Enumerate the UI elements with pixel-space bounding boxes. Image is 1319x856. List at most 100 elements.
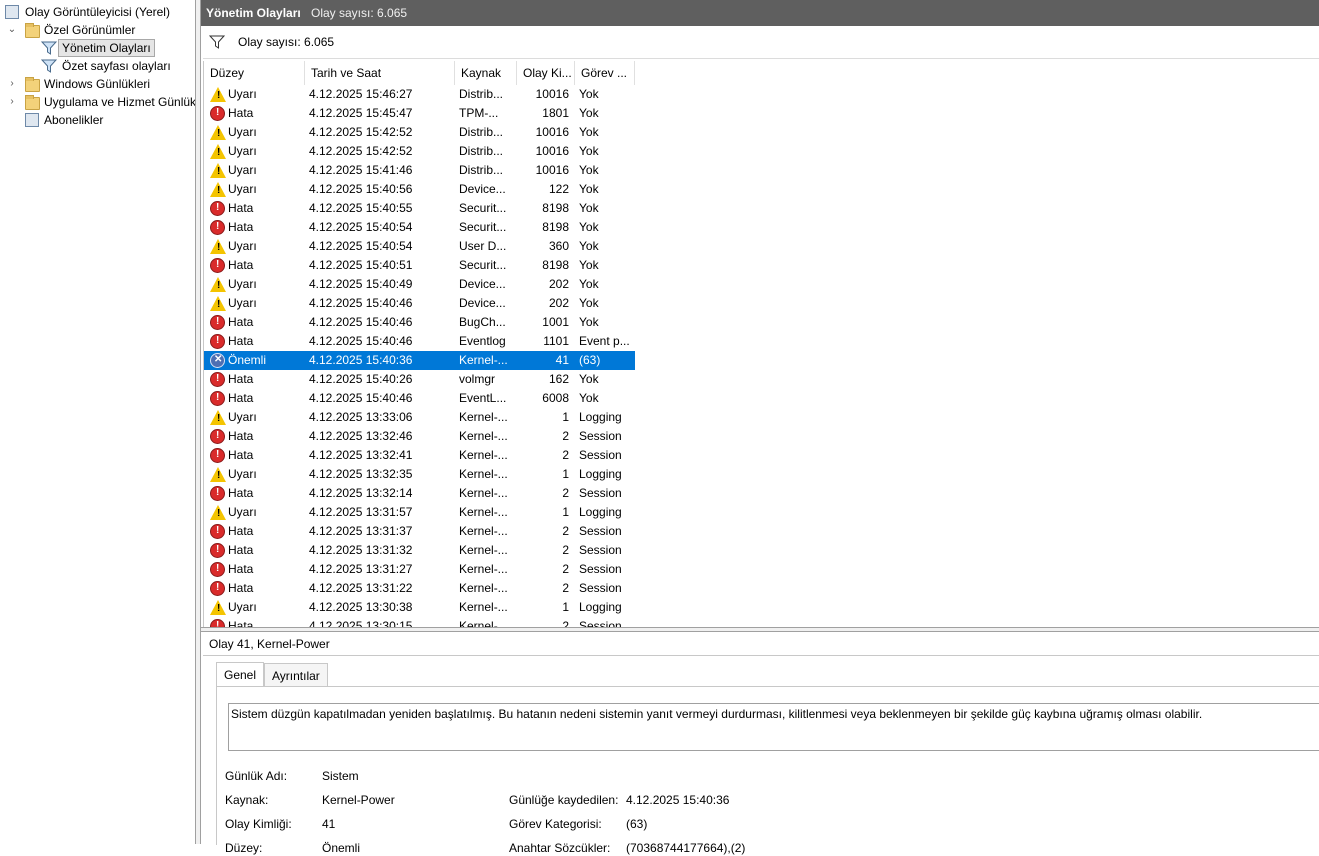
table-row[interactable]: ! Uyarı 4.12.2025 15:41:46 Distrib... 10016 Y… bbox=[204, 161, 635, 180]
table-row[interactable]: ! Hata 4.12.2025 15:40:46 EventL... 6008 Yok bbox=[204, 389, 635, 408]
level-text: Uyarı bbox=[228, 505, 257, 519]
table-row[interactable]: ! Uyarı 4.12.2025 13:32:35 Kernel-... 1 Loggi… bbox=[204, 465, 635, 484]
event-viewer-icon bbox=[5, 5, 19, 19]
task-cell: Yok bbox=[579, 125, 599, 139]
table-row[interactable]: ! Hata 4.12.2025 15:40:26 volmgr 162 Yok bbox=[204, 370, 635, 389]
datetime-cell: 4.12.2025 15:40:49 bbox=[309, 277, 413, 291]
table-row[interactable]: ! Hata 4.12.2025 13:32:41 Kernel-... 2 Sessio… bbox=[204, 446, 635, 465]
table-row[interactable]: ! Uyarı 4.12.2025 13:33:06 Kernel-... 1 Loggi… bbox=[204, 408, 635, 427]
task-cell: (63) bbox=[579, 353, 601, 367]
datetime-cell: 4.12.2025 15:42:52 bbox=[309, 125, 413, 139]
column-header-level[interactable]: Düzey bbox=[204, 61, 305, 85]
tree-custom-views-label: Özel Görünümler bbox=[44, 23, 136, 37]
filter-icon[interactable] bbox=[209, 35, 225, 49]
source-cell: Distrib... bbox=[459, 87, 504, 101]
level-cell: ! Uyarı bbox=[208, 85, 304, 104]
event-id-cell: 2 bbox=[562, 429, 569, 443]
datetime-cell: 4.12.2025 15:42:52 bbox=[309, 144, 413, 158]
task-cell: Session bbox=[579, 524, 622, 538]
level-cell: ✕ Önemli bbox=[208, 351, 304, 370]
event-description[interactable]: Sistem düzgün kapatılmadan yeniden başla… bbox=[228, 703, 1319, 751]
table-row[interactable]: ! Hata 4.12.2025 15:40:46 Eventlog 1101 Event… bbox=[204, 332, 635, 351]
table-row[interactable]: ! Hata 4.12.2025 13:31:37 Kernel-... 2 Sessio… bbox=[204, 522, 635, 541]
table-row[interactable]: ! Hata 4.12.2025 13:32:14 Kernel-... 2 Sessio… bbox=[204, 484, 635, 503]
table-row[interactable]: ! Hata 4.12.2025 15:40:55 Securit... 8198 Yok bbox=[204, 199, 635, 218]
table-row[interactable]: ! Uyarı 4.12.2025 15:40:49 Device... 202 Yok bbox=[204, 275, 635, 294]
task-cell: Yok bbox=[579, 239, 599, 253]
source-cell: Kernel-... bbox=[459, 562, 508, 576]
level-cell: ! Uyarı bbox=[208, 294, 304, 313]
datetime-cell: 4.12.2025 13:32:46 bbox=[309, 429, 413, 443]
event-id-cell: 1 bbox=[562, 467, 569, 481]
column-header-task[interactable]: Görev ... bbox=[575, 61, 635, 85]
tree-root[interactable]: Olay Görüntüleyicisi (Yerel) bbox=[0, 3, 195, 21]
tree-windows-logs[interactable]: › Windows Günlükleri bbox=[0, 75, 195, 93]
table-row[interactable]: ! Hata 4.12.2025 15:40:54 Securit... 8198 Yok bbox=[204, 218, 635, 237]
table-row[interactable]: ! Uyarı 4.12.2025 13:30:38 Kernel-... 1 Loggi… bbox=[204, 598, 635, 617]
column-header-event-id[interactable]: Olay Ki... bbox=[517, 61, 575, 85]
event-id-value: 41 bbox=[322, 817, 336, 831]
error-icon: ! bbox=[208, 427, 225, 444]
column-header-source[interactable]: Kaynak bbox=[455, 61, 517, 85]
source-cell: Securit... bbox=[459, 258, 507, 272]
table-row[interactable]: ! Uyarı 4.12.2025 15:40:54 User D... 360 Yok bbox=[204, 237, 635, 256]
table-row[interactable]: ! Uyarı 4.12.2025 15:40:46 Device... 202 Yok bbox=[204, 294, 635, 313]
table-row[interactable]: ! Uyarı 4.12.2025 15:40:56 Device... 122 Yok bbox=[204, 180, 635, 199]
source-cell: EventL... bbox=[459, 391, 507, 405]
table-row[interactable]: ! Hata 4.12.2025 13:30:15 Kernel-... 2 Sessio… bbox=[204, 617, 635, 627]
error-icon: ! bbox=[208, 560, 225, 577]
event-id-cell: 1 bbox=[562, 600, 569, 614]
datetime-cell: 4.12.2025 15:40:46 bbox=[309, 315, 413, 329]
source-cell: Kernel-... bbox=[459, 600, 508, 614]
table-row[interactable]: ! Hata 4.12.2025 13:31:32 Kernel-... 2 Sessio… bbox=[204, 541, 635, 560]
table-row[interactable]: ! Hata 4.12.2025 13:31:27 Kernel-... 2 Sessio… bbox=[204, 560, 635, 579]
table-row[interactable]: ! Uyarı 4.12.2025 15:42:52 Distrib... 10016 Y… bbox=[204, 142, 635, 161]
datetime-cell: 4.12.2025 15:40:54 bbox=[309, 220, 413, 234]
tab-general[interactable]: Genel bbox=[216, 662, 265, 687]
error-icon: ! bbox=[208, 617, 225, 627]
task-cell: Session bbox=[579, 562, 622, 576]
folder-icon bbox=[25, 95, 40, 110]
task-cell: Session bbox=[579, 619, 622, 627]
table-row[interactable]: ✕ Önemli 4.12.2025 15:40:36 Kernel-... 41 (63… bbox=[204, 351, 635, 370]
level-cell: ! Hata bbox=[208, 218, 304, 237]
datetime-cell: 4.12.2025 15:40:55 bbox=[309, 201, 413, 215]
datetime-cell: 4.12.2025 15:40:36 bbox=[309, 353, 413, 367]
chevron-right-icon[interactable]: › bbox=[7, 75, 17, 93]
task-cell: Logging bbox=[579, 505, 622, 519]
events-table-header: Düzey Tarih ve Saat Kaynak Olay Ki... Gö… bbox=[204, 61, 1319, 85]
table-row[interactable]: ! Hata 4.12.2025 13:32:46 Kernel-... 2 Sessio… bbox=[204, 427, 635, 446]
table-row[interactable]: ! Uyarı 4.12.2025 15:46:27 Distrib... 10016 Y… bbox=[204, 85, 635, 104]
level-cell: ! Uyarı bbox=[208, 408, 304, 427]
event-id-cell: 6008 bbox=[542, 391, 569, 405]
tree-subscriptions[interactable]: Abonelikler bbox=[0, 111, 195, 129]
chevron-right-icon[interactable]: › bbox=[7, 93, 17, 111]
task-cell: Event p... bbox=[579, 334, 630, 348]
table-row[interactable]: ! Uyarı 4.12.2025 13:31:57 Kernel-... 1 Loggi… bbox=[204, 503, 635, 522]
tree-custom-views[interactable]: ⌄ Özel Görünümler bbox=[0, 21, 195, 39]
table-row[interactable]: ! Hata 4.12.2025 15:40:46 BugCh... 1001 Yok bbox=[204, 313, 635, 332]
event-id-cell: 8198 bbox=[542, 258, 569, 272]
table-row[interactable]: ! Hata 4.12.2025 15:40:51 Securit... 8198 Yok bbox=[204, 256, 635, 275]
level-cell: ! Uyarı bbox=[208, 598, 304, 617]
source-cell: User D... bbox=[459, 239, 507, 253]
task-cell: Yok bbox=[579, 391, 599, 405]
level-text: Hata bbox=[228, 220, 254, 234]
event-id-cell: 41 bbox=[555, 353, 569, 367]
table-row[interactable]: ! Hata 4.12.2025 15:45:47 TPM-... 1801 Yok bbox=[204, 104, 635, 123]
event-id-cell: 10016 bbox=[535, 125, 569, 139]
task-category-label: Görev Kategorisi: bbox=[509, 817, 602, 831]
table-row[interactable]: ! Uyarı 4.12.2025 15:42:52 Distrib... 10016 Y… bbox=[204, 123, 635, 142]
table-row[interactable]: ! Hata 4.12.2025 13:31:22 Kernel-... 2 Sessio… bbox=[204, 579, 635, 598]
source-cell: Kernel-... bbox=[459, 429, 508, 443]
level-cell: ! Hata bbox=[208, 370, 304, 389]
tree-app-logs[interactable]: › Uygulama ve Hizmet Günlükleri bbox=[0, 93, 195, 111]
tab-details[interactable]: Ayrıntılar bbox=[264, 663, 328, 687]
level-cell: ! Hata bbox=[208, 541, 304, 560]
tree-summary-events[interactable]: Özet sayfası olayları bbox=[0, 57, 195, 75]
source-cell: Distrib... bbox=[459, 144, 504, 158]
column-header-datetime[interactable]: Tarih ve Saat bbox=[305, 61, 455, 85]
tree-admin-events[interactable]: Yönetim Olayları bbox=[0, 39, 195, 57]
datetime-cell: 4.12.2025 15:40:51 bbox=[309, 258, 413, 272]
chevron-down-icon[interactable]: ⌄ bbox=[7, 21, 17, 39]
